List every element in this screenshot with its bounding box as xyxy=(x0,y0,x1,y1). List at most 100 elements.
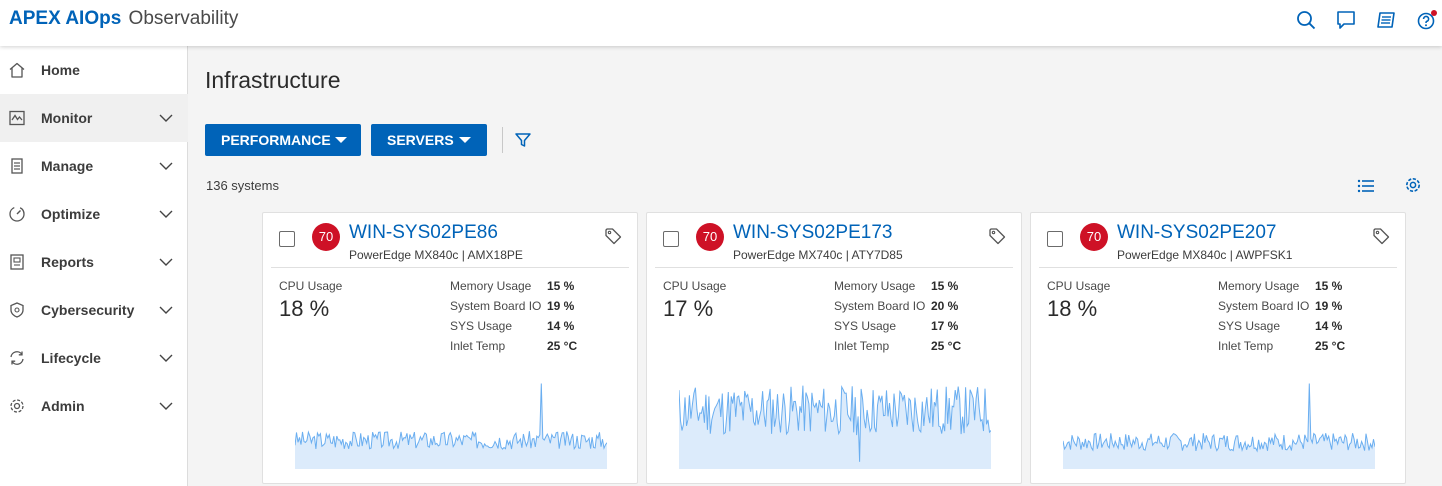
home-icon xyxy=(8,61,26,79)
settings-gear-icon[interactable] xyxy=(1404,176,1422,194)
monitor-icon xyxy=(8,109,26,127)
system-card[interactable]: 70 WIN-SYS02PE207 PowerEdge MX840c | AWPFS… xyxy=(1030,212,1406,484)
sidebar-item-optimize[interactable]: Optimize xyxy=(0,190,188,238)
servers-dropdown-label: SERVERS xyxy=(387,132,454,148)
cpu-sparkline xyxy=(679,385,991,469)
chevron-down-icon xyxy=(158,110,174,126)
app-brand[interactable]: APEX AIOps Observability xyxy=(9,8,238,30)
system-model: PowerEdge MX840c | AMX18PE xyxy=(349,248,523,262)
performance-dropdown-label: PERFORMANCE xyxy=(221,132,331,148)
chevron-down-icon xyxy=(158,254,174,270)
metric-label: Memory Usage xyxy=(1218,279,1300,293)
sidebar-item-cybersecurity[interactable]: Cybersecurity xyxy=(0,286,188,334)
system-card[interactable]: 70 WIN-SYS02PE86 PowerEdge MX840c | AMX18P… xyxy=(262,212,638,484)
health-score-badge: 70 xyxy=(312,223,340,251)
sidebar-item-lifecycle[interactable]: Lifecycle xyxy=(0,334,188,382)
shield-icon xyxy=(8,301,26,319)
sidebar-item-label: Home xyxy=(41,62,80,78)
system-model: PowerEdge MX740c | ATY7D85 xyxy=(733,248,903,262)
system-name-link[interactable]: WIN-SYS02PE173 xyxy=(733,222,892,244)
sidebar-item-label: Manage xyxy=(41,158,94,174)
cpu-usage-value: 18 % xyxy=(1047,296,1098,321)
system-card[interactable]: 70 WIN-SYS02PE173 PowerEdge MX740c | ATY7D… xyxy=(646,212,1022,484)
chat-icon[interactable] xyxy=(1335,9,1357,31)
metric-value: 19 % xyxy=(1315,299,1343,313)
sparkline-area xyxy=(295,383,607,469)
card-divider xyxy=(655,267,1013,268)
cpu-usage-value: 17 % xyxy=(663,296,714,321)
tag-icon[interactable] xyxy=(604,227,622,245)
gear-icon xyxy=(8,397,26,415)
card-divider xyxy=(1039,267,1397,268)
metric-value: 25 °C xyxy=(547,339,578,353)
brand-name: APEX AIOps xyxy=(9,8,122,29)
health-score-badge: 70 xyxy=(1080,223,1108,251)
tag-icon[interactable] xyxy=(1372,227,1390,245)
sidebar-item-label: Optimize xyxy=(41,206,101,222)
cpu-usage-value: 18 % xyxy=(279,296,330,321)
page-title: Infrastructure xyxy=(205,67,341,93)
metric-label: SYS Usage xyxy=(1218,319,1281,333)
chevron-down-icon xyxy=(158,398,174,414)
metric-value: 25 °C xyxy=(931,339,962,353)
sidebar-item-admin[interactable]: Admin xyxy=(0,382,188,430)
metric-label: System Board IO xyxy=(450,299,542,313)
search-icon[interactable] xyxy=(1295,9,1317,31)
metric-label: Memory Usage xyxy=(450,279,532,293)
metric-label: Inlet Temp xyxy=(834,339,890,353)
top-header: APEX AIOps Observability xyxy=(0,0,1442,46)
metric-value: 25 °C xyxy=(1315,339,1346,353)
metric-label: System Board IO xyxy=(1218,299,1310,313)
filter-icon[interactable] xyxy=(514,131,532,149)
select-checkbox[interactable] xyxy=(279,231,295,247)
metric-value: 14 % xyxy=(1315,319,1343,333)
systems-count: 136 systems xyxy=(206,178,279,193)
sidebar-item-reports[interactable]: Reports xyxy=(0,238,188,286)
servers-dropdown[interactable]: SERVERS xyxy=(371,124,487,156)
optimize-icon xyxy=(8,205,26,223)
system-name-link[interactable]: WIN-SYS02PE207 xyxy=(1117,222,1276,244)
metric-label: SYS Usage xyxy=(834,319,897,333)
toolbar-divider xyxy=(502,127,503,153)
sidebar: Home Monitor Manage Optimize Reports Cyb… xyxy=(0,46,188,486)
reports-icon xyxy=(8,253,26,271)
sidebar-item-home[interactable]: Home xyxy=(0,46,188,94)
metric-value: 15 % xyxy=(931,279,959,293)
tag-icon[interactable] xyxy=(988,227,1006,245)
metric-value: 20 % xyxy=(931,299,959,313)
metric-value: 15 % xyxy=(547,279,575,293)
list-view-icon[interactable] xyxy=(1356,177,1376,195)
news-icon[interactable] xyxy=(1375,9,1397,31)
performance-dropdown[interactable]: PERFORMANCE xyxy=(205,124,361,156)
chevron-down-icon xyxy=(158,206,174,222)
cpu-usage-label: CPU Usage xyxy=(279,279,343,293)
cpu-usage-label: CPU Usage xyxy=(1047,279,1111,293)
cpu-sparkline xyxy=(295,383,607,469)
metric-value: 19 % xyxy=(547,299,575,313)
chevron-down-icon xyxy=(158,302,174,318)
system-name-link[interactable]: WIN-SYS02PE86 xyxy=(349,222,498,244)
metric-label: System Board IO xyxy=(834,299,926,313)
select-checkbox[interactable] xyxy=(1047,231,1063,247)
chevron-down-icon xyxy=(158,158,174,174)
manage-icon xyxy=(8,157,26,175)
chevron-down-icon xyxy=(158,350,174,366)
notification-dot xyxy=(1431,10,1437,16)
brand-product: Observability xyxy=(128,8,239,29)
sidebar-item-label: Cybersecurity xyxy=(41,302,135,318)
sidebar-item-label: Admin xyxy=(41,398,85,414)
cpu-usage-label: CPU Usage xyxy=(663,279,727,293)
lifecycle-icon xyxy=(8,349,26,367)
health-score-badge: 70 xyxy=(696,223,724,251)
sidebar-item-manage[interactable]: Manage xyxy=(0,142,188,190)
select-checkbox[interactable] xyxy=(663,231,679,247)
help-icon[interactable] xyxy=(1415,9,1437,31)
metric-value: 15 % xyxy=(1315,279,1343,293)
sidebar-item-label: Reports xyxy=(41,254,94,270)
caret-down-icon xyxy=(335,137,347,143)
sidebar-item-label: Monitor xyxy=(41,110,93,126)
caret-down-icon xyxy=(459,137,471,143)
cpu-sparkline xyxy=(1063,383,1375,469)
sidebar-item-monitor[interactable]: Monitor xyxy=(0,94,188,142)
metric-value: 17 % xyxy=(931,319,959,333)
